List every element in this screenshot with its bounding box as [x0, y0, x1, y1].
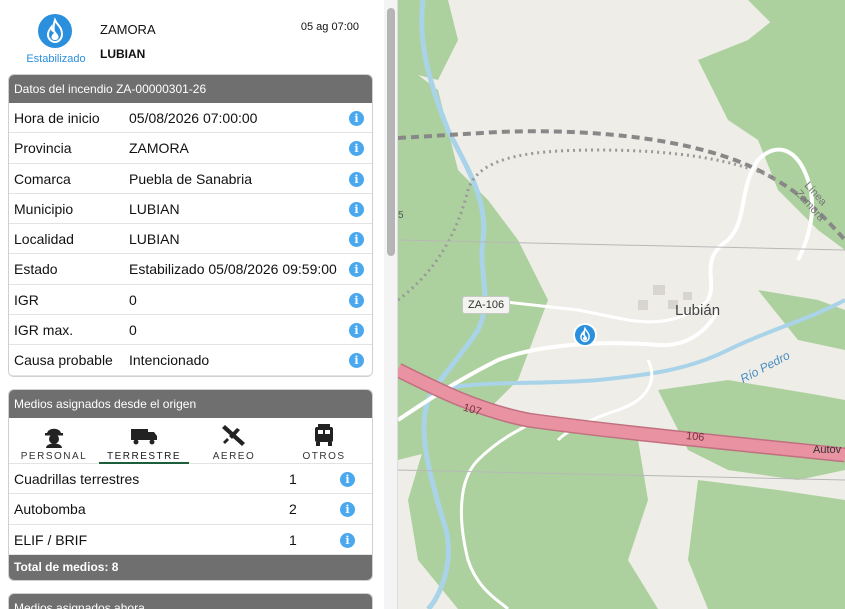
data-row-key: Estado: [14, 261, 58, 278]
map-town-label: Lubián: [675, 302, 721, 319]
resource-count: 1: [289, 531, 297, 548]
total-resources: Total de medios: 8: [9, 554, 372, 580]
personal-icon: [45, 428, 63, 448]
tab-label-terrestre: TERRESTRE: [106, 451, 182, 462]
tab-label-personal: PERSONAL: [20, 451, 88, 462]
data-row-value: ZAMORA: [129, 140, 189, 157]
forest-area: [688, 480, 845, 609]
tab-aereo[interactable]: AEREO: [189, 418, 279, 464]
tab-terrestre[interactable]: TERRESTRE: [99, 418, 189, 464]
data-row-key: IGR max.: [14, 322, 74, 339]
data-row-key: IGR: [14, 291, 39, 308]
resource-name: ELIF / BRIF: [14, 531, 88, 548]
header-localidad: LUBIAN: [100, 47, 146, 61]
panel-scrollbar-thumb[interactable]: [387, 8, 395, 256]
data-row-value: Intencionado: [129, 352, 210, 369]
info-icon[interactable]: i: [349, 171, 364, 187]
truck-icon: [131, 429, 157, 445]
info-icon[interactable]: i: [349, 292, 364, 308]
map-motorway-label-106: 106: [685, 430, 705, 444]
assigned-resources-origin-title: Medios asignados desde el origen: [9, 390, 372, 418]
incident-data-title: Datos del incendio ZA-00000301-26: [9, 75, 372, 103]
airplane-icon: [222, 425, 245, 446]
resource-count: 2: [289, 501, 297, 518]
info-icon[interactable]: i: [349, 111, 364, 126]
tab-personal[interactable]: PERSONAL: [9, 418, 99, 464]
data-row-key: Causa probable: [14, 352, 113, 369]
info-icon[interactable]: i: [349, 201, 364, 217]
data-row-key: Provincia: [14, 140, 72, 157]
incident-data-table: Hora de inicio 05/08/2026 07:00:00 i Provin…: [9, 103, 372, 376]
incident-panel-content: Estabilizado ZAMORA LUBIAN 05 ag 07:00 D…: [0, 0, 384, 609]
fire-truck-icon: [315, 424, 333, 446]
data-row: Municipio LUBIAN i: [9, 194, 372, 225]
fire-marker-icon[interactable]: [573, 323, 597, 347]
map-road-label: ZA-106: [462, 296, 511, 314]
panel-scrollbar[interactable]: [384, 0, 397, 609]
resource-name: Autobomba: [14, 501, 86, 518]
data-row: IGR max. 0 i: [9, 315, 372, 346]
data-row: Hora de inicio 05/08/2026 07:00:00 i: [9, 103, 372, 134]
resource-type-tabs: PERSONAL TERRESTRE AEREO OTROS: [9, 418, 372, 464]
data-row-value: Puebla de Sanabria: [129, 170, 252, 187]
data-row-key: Hora de inicio: [14, 110, 100, 126]
tab-label-otros: OTROS: [302, 451, 346, 462]
info-icon[interactable]: i: [340, 532, 355, 548]
incident-header: Estabilizado ZAMORA LUBIAN 05 ag 07:00: [0, 0, 384, 70]
incident-panel: Estabilizado ZAMORA LUBIAN 05 ag 07:00 D…: [0, 0, 398, 609]
data-row-key: Localidad: [14, 231, 74, 248]
data-row: IGR 0 i: [9, 285, 372, 316]
data-row-key: Municipio: [14, 200, 74, 217]
assigned-resources-origin-card: Medios asignados desde el origen PERSONA…: [8, 389, 373, 581]
data-row-value: 05/08/2026 07:00:00: [129, 110, 258, 126]
data-row: Provincia ZAMORA i: [9, 133, 372, 164]
data-row: Estado Estabilizado 05/08/2026 09:59:00 i: [9, 254, 372, 285]
map-view[interactable]: ZA-106 Lubián Río Pedro Línea Zamora 107…: [398, 0, 845, 609]
data-row-value: 0: [129, 291, 137, 308]
data-row-value: LUBIAN: [129, 200, 180, 217]
info-icon[interactable]: i: [349, 232, 364, 248]
map-motorway-label-autov: Autov: [813, 444, 842, 456]
info-icon[interactable]: i: [340, 502, 355, 518]
data-row: Comarca Puebla de Sanabria i: [9, 164, 372, 194]
status-label: Estabilizado: [26, 53, 86, 65]
info-icon[interactable]: i: [340, 472, 355, 487]
tab-otros[interactable]: OTROS: [279, 418, 369, 464]
resource-row: Cuadrillas terrestres 1 i: [9, 464, 372, 495]
info-icon[interactable]: i: [349, 141, 364, 157]
header-provincia: ZAMORA: [100, 22, 156, 37]
fire-status-icon: [38, 14, 72, 48]
tab-label-aereo: AEREO: [212, 451, 256, 462]
info-icon[interactable]: i: [349, 353, 364, 369]
assigned-resources-now-card: Medios asignados ahora: [8, 593, 373, 609]
resource-row: Autobomba 2 i: [9, 494, 372, 525]
data-row-value: Estabilizado 05/08/2026 09:59:00: [129, 261, 337, 278]
assigned-resources-table: Cuadrillas terrestres 1 i Autobomba 2 i ELIF /…: [9, 464, 372, 555]
info-icon[interactable]: i: [349, 323, 364, 339]
incident-data-card: Datos del incendio ZA-00000301-26 Hora d…: [8, 74, 373, 377]
data-row-value: 0: [129, 322, 137, 339]
data-row-key: Comarca: [14, 170, 71, 187]
map-edge-label: 5: [398, 210, 404, 221]
data-row-value: LUBIAN: [129, 231, 180, 248]
data-row: Causa probable Intencionado i: [9, 345, 372, 376]
data-row: Localidad LUBIAN i: [9, 224, 372, 255]
resource-count: 1: [289, 471, 297, 487]
info-icon[interactable]: i: [349, 262, 364, 278]
resource-name: Cuadrillas terrestres: [14, 471, 140, 487]
header-date: 05 ag 07:00: [300, 21, 359, 33]
assigned-resources-now-title: Medios asignados ahora: [9, 594, 372, 609]
resource-row: ELIF / BRIF 1 i: [9, 525, 372, 555]
